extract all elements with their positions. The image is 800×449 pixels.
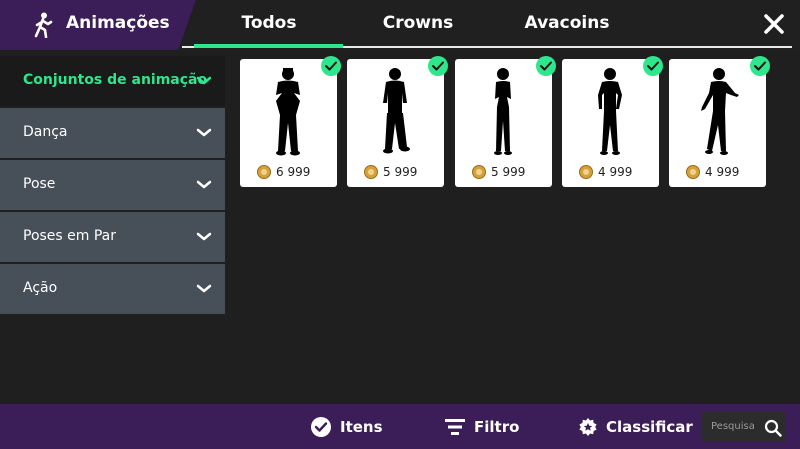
items-button[interactable]: Itens (310, 415, 383, 439)
sort-button[interactable]: Classificar (578, 415, 693, 439)
sidebar-item-pose[interactable]: Pose (0, 160, 225, 210)
items-button-label: Itens (340, 418, 383, 436)
section-title-tab: Animações (0, 0, 196, 50)
close-icon[interactable] (760, 10, 788, 38)
sidebar-item-poses-em-par[interactable]: Poses em Par (0, 212, 225, 262)
tab-crowns[interactable]: Crowns (343, 13, 493, 33)
avacoin-icon (579, 165, 593, 179)
tab-avacoins[interactable]: Avacoins (492, 13, 642, 33)
price-value: 4 999 (705, 165, 740, 179)
chevron-down-icon (196, 232, 212, 241)
check-circle-icon (311, 417, 331, 437)
animation-item-card[interactable]: 5 999 (455, 56, 556, 187)
sidebar-item-label: Dança (23, 124, 68, 140)
sidebar-item-label: Poses em Par (23, 228, 117, 244)
sidebar-item-acao[interactable]: Ação (0, 264, 225, 314)
avacoin-icon (257, 165, 271, 179)
avatar-silhouette-icon (383, 68, 410, 154)
walking-person-icon (34, 12, 53, 38)
sort-button-label: Classificar (606, 418, 693, 436)
top-header: Animações Todos Crowns Avacoins (0, 0, 800, 50)
owned-check-icon (428, 56, 448, 76)
active-tab-indicator (194, 44, 343, 48)
avatar-silhouette-icon (276, 68, 300, 156)
owned-check-icon (321, 56, 341, 76)
animation-item-card[interactable]: 6 999 (240, 56, 341, 187)
price-value: 5 999 (383, 165, 418, 179)
owned-check-icon (536, 56, 556, 76)
sidebar-item-label: Pose (23, 176, 56, 192)
search-icon[interactable] (764, 419, 782, 437)
owned-check-icon (750, 56, 770, 76)
avacoin-icon (364, 165, 378, 179)
sidebar-item-conjuntos-de-animacao[interactable]: Conjuntos de animação (0, 56, 225, 106)
price-value: 5 999 (491, 165, 526, 179)
avacoin-icon (472, 165, 486, 179)
chevron-down-icon (196, 284, 212, 293)
animation-item-card[interactable]: 5 999 (347, 56, 448, 187)
chevron-down-icon (196, 128, 212, 137)
sidebar-item-label: Conjuntos de animação (23, 72, 208, 88)
avatar-silhouette-icon (598, 68, 622, 155)
item-price: 4 999 (579, 164, 632, 180)
owned-check-icon (643, 56, 663, 76)
filter-icon (445, 419, 465, 435)
avatar-silhouette-icon (494, 68, 512, 155)
avatar-silhouette-icon (701, 68, 739, 155)
sort-badge-icon (579, 418, 597, 436)
chevron-down-icon (196, 76, 212, 85)
avacoin-icon (686, 165, 700, 179)
bottom-toolbar: Itens Filtro Classificar Pesquisa (0, 404, 800, 449)
item-price: 4 999 (686, 164, 739, 180)
price-value: 6 999 (276, 165, 311, 179)
item-price: 6 999 (257, 164, 310, 180)
item-price: 5 999 (472, 164, 525, 180)
filter-button[interactable]: Filtro (444, 415, 519, 439)
sidebar-item-danca[interactable]: Dança (0, 108, 225, 158)
search-placeholder: Pesquisa (711, 421, 755, 432)
price-value: 4 999 (598, 165, 633, 179)
animation-item-card[interactable]: 4 999 (562, 56, 663, 187)
item-price: 5 999 (364, 164, 417, 180)
sidebar-item-label: Ação (23, 280, 58, 296)
animation-item-card[interactable]: 4 999 (669, 56, 770, 187)
filter-button-label: Filtro (474, 418, 520, 436)
search-input[interactable]: Pesquisa (702, 412, 786, 442)
tab-todos[interactable]: Todos (194, 13, 344, 33)
section-title: Animações (66, 13, 170, 33)
chevron-down-icon (196, 180, 212, 189)
category-sidebar: Conjuntos de animação Dança Pose Poses e… (0, 56, 225, 316)
